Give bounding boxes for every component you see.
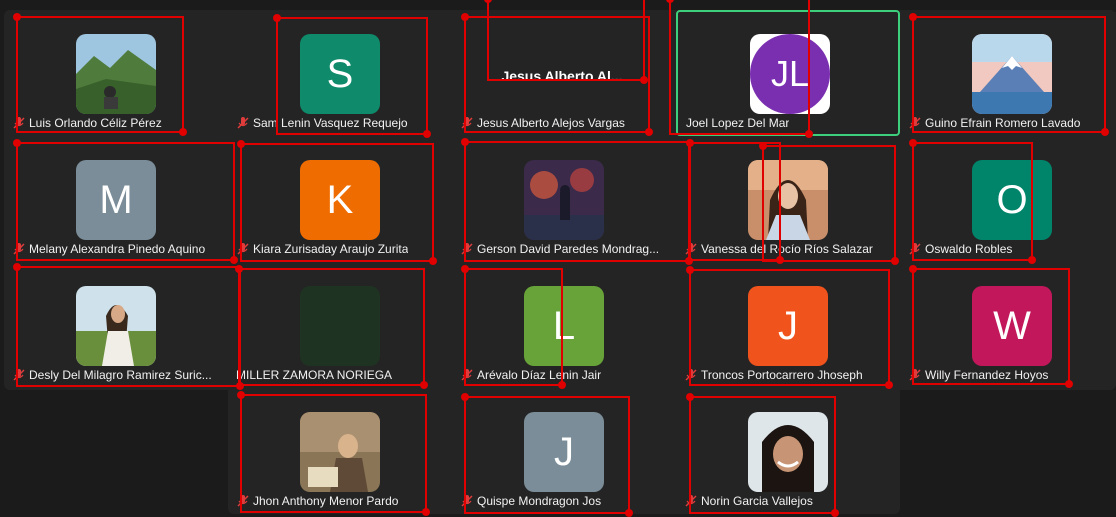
participant-tile[interactable]: Desly Del Milagro Ramirez Suric... <box>4 264 224 386</box>
muted-mic-icon <box>909 243 921 255</box>
participant-name: Kiara Zurisaday Araujo Zurita <box>236 242 408 256</box>
participant-tile[interactable]: Jesus Alberto Al... Jesus Alberto Alejos… <box>452 12 672 134</box>
woman-in-field-photo <box>76 286 156 366</box>
muted-mic-icon <box>685 243 697 255</box>
muted-mic-icon <box>685 369 697 381</box>
avatar-initial: K <box>326 177 354 222</box>
participant-name: Gerson David Paredes Mondrag... <box>460 242 659 256</box>
participant-tile[interactable]: Norin Garcia Vallejos <box>676 390 896 512</box>
avatar <box>300 412 380 492</box>
participant-name: Vanessa del Rocío Ríos Salazar <box>684 242 873 256</box>
participant-name: Norin Garcia Vallejos <box>684 494 813 508</box>
participant-name: Jhon Anthony Menor Pardo <box>236 494 398 508</box>
avatar-initial: J <box>778 303 798 348</box>
participant-tile[interactable]: MILLER ZAMORA NORIEGA <box>228 264 448 386</box>
avatar <box>300 286 380 366</box>
avatar-initial: JL <box>770 53 810 94</box>
mount-fuji-photo <box>972 34 1052 114</box>
participant-tile-active-speaker[interactable]: JL Joel Lopez Del Mar <box>676 10 900 136</box>
participant-name: Willy Fernandez Hoyos <box>908 368 1048 382</box>
participant-tile[interactable]: Guino Efrain Romero Lavado <box>900 12 1116 134</box>
muted-mic-icon <box>13 117 25 129</box>
avatar <box>524 160 604 240</box>
woman-portrait-photo <box>748 160 828 240</box>
participant-name: Joel Lopez Del Mar <box>686 116 790 130</box>
muted-mic-icon <box>461 495 473 507</box>
avatar <box>76 286 156 366</box>
avatar: J <box>524 412 604 492</box>
avatar: JL <box>750 34 830 114</box>
avatar <box>972 34 1052 114</box>
woman-selfie-photo <box>748 412 828 492</box>
muted-mic-icon <box>461 117 473 129</box>
avatar: M <box>76 160 156 240</box>
participant-tile[interactable]: Gerson David Paredes Mondrag... <box>452 138 672 260</box>
muted-mic-icon <box>237 495 249 507</box>
avatar-initial: W <box>993 303 1031 348</box>
muted-mic-icon <box>13 369 25 381</box>
avatar: L <box>524 286 604 366</box>
avatar-initial: O <box>996 177 1028 222</box>
participant-name: MILLER ZAMORA NORIEGA <box>236 368 393 382</box>
participant-tile[interactable]: L Arévalo Díaz Lenin Jair <box>452 264 672 386</box>
participant-name: Sam Lenin Vasquez Requejo <box>236 116 408 130</box>
participant-name: Arévalo Díaz Lenin Jair <box>460 368 601 382</box>
avatar: O <box>972 160 1052 240</box>
avatar: K <box>300 160 380 240</box>
avatar <box>748 160 828 240</box>
participant-tile[interactable]: Vanessa del Rocío Ríos Salazar <box>676 138 896 260</box>
participant-name: Troncos Portocarrero Jhoseph <box>684 368 863 382</box>
avatar-initial: L <box>552 303 576 348</box>
avatar-initial: S <box>326 51 354 96</box>
muted-mic-icon <box>13 243 25 255</box>
mountain-photo <box>76 34 156 114</box>
avatar-initial: J <box>554 429 574 474</box>
muted-mic-icon <box>685 495 697 507</box>
sepia-painting-photo <box>300 412 380 492</box>
participant-tile[interactable]: J Quispe Mondragon Jos <box>452 390 672 512</box>
avatar <box>76 34 156 114</box>
participant-tile[interactable]: S Sam Lenin Vasquez Requejo <box>228 12 448 134</box>
muted-mic-icon <box>461 243 473 255</box>
participant-tile[interactable]: J Troncos Portocarrero Jhoseph <box>676 264 896 386</box>
anime-night-photo <box>524 160 604 240</box>
avatar-initial: M <box>99 177 133 222</box>
participant-tile[interactable]: Luis Orlando Céliz Pérez <box>4 12 224 134</box>
participant-tile[interactable]: Jhon Anthony Menor Pardo <box>228 390 448 512</box>
avatar: W <box>972 286 1052 366</box>
muted-mic-icon <box>909 369 921 381</box>
participant-name: Oswaldo Robles <box>908 242 1012 256</box>
muted-mic-icon <box>237 243 249 255</box>
participant-name: Quispe Mondragon Jos <box>460 494 601 508</box>
avatar: J <box>748 286 828 366</box>
participant-name: Melany Alexandra Pinedo Aquino <box>12 242 205 256</box>
participant-tile[interactable]: M Melany Alexandra Pinedo Aquino <box>4 138 224 260</box>
participant-tile[interactable]: K Kiara Zurisaday Araujo Zurita <box>228 138 448 260</box>
muted-mic-icon <box>461 369 473 381</box>
muted-mic-icon <box>237 117 249 129</box>
participant-tile[interactable]: O Oswaldo Robles <box>900 138 1116 260</box>
avatar <box>748 412 828 492</box>
participant-name: Desly Del Milagro Ramirez Suric... <box>12 368 212 382</box>
participant-name: Guino Efrain Romero Lavado <box>908 116 1080 130</box>
participant-tile[interactable]: W Willy Fernandez Hoyos <box>900 264 1116 386</box>
participant-display-name: Jesus Alberto Al... <box>501 68 623 84</box>
participant-name: Jesus Alberto Alejos Vargas <box>460 116 625 130</box>
avatar: S <box>300 34 380 114</box>
muted-mic-icon <box>909 117 921 129</box>
participant-name: Luis Orlando Céliz Pérez <box>12 116 162 130</box>
